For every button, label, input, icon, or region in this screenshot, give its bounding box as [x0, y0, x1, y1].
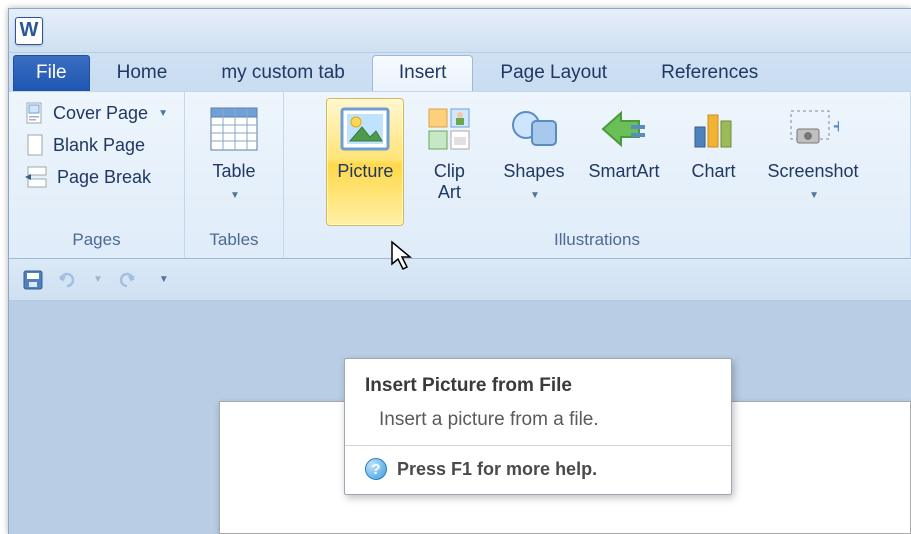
chart-icon: [690, 107, 736, 151]
tab-home[interactable]: Home: [90, 55, 195, 91]
tab-custom[interactable]: my custom tab: [194, 55, 372, 91]
group-pages: Cover Page ▼ Blank Page Page Break Pages: [9, 92, 185, 258]
blank-page-icon: [25, 134, 45, 156]
page-break-button[interactable]: Page Break: [19, 162, 174, 192]
cover-page-icon: [25, 102, 45, 124]
shapes-icon: [510, 107, 558, 151]
ribbon-insert: Cover Page ▼ Blank Page Page Break Pages: [9, 91, 911, 259]
group-tables-label: Tables: [209, 226, 258, 256]
chart-button[interactable]: Chart: [674, 98, 752, 226]
page-break-label: Page Break: [57, 167, 151, 188]
table-label: Table: [212, 161, 255, 181]
svg-text:+: +: [833, 116, 839, 138]
table-icon: [210, 107, 258, 151]
ribbon-tab-strip: File Home my custom tab Insert Page Layo…: [9, 53, 911, 91]
picture-button[interactable]: Picture: [326, 98, 404, 226]
help-icon: ?: [365, 458, 387, 480]
undo-dropdown-icon[interactable]: ▼: [93, 274, 103, 285]
dropdown-arrow-icon: ▼: [530, 190, 540, 201]
table-button[interactable]: Table ▼: [195, 98, 273, 226]
smartart-icon: [599, 107, 649, 151]
chart-label: Chart: [691, 161, 735, 182]
screenshot-label: Screenshot: [767, 161, 858, 181]
blank-page-label: Blank Page: [53, 135, 145, 156]
quick-access-toolbar: ▼ ▼: [9, 259, 911, 301]
blank-page-button[interactable]: Blank Page: [19, 130, 174, 160]
shapes-button[interactable]: Shapes ▼: [494, 98, 573, 226]
group-pages-label: Pages: [72, 226, 120, 256]
dropdown-arrow-icon: ▼: [158, 108, 168, 119]
undo-button[interactable]: [57, 270, 77, 290]
tooltip-divider: [345, 445, 731, 446]
clip-art-label: Clip Art: [434, 161, 465, 202]
tooltip-help-text: Press F1 for more help.: [397, 459, 597, 480]
clip-art-icon: [427, 107, 471, 151]
tooltip-title: Insert Picture from File: [365, 375, 711, 397]
undo-icon: [57, 271, 77, 289]
tab-references[interactable]: References: [634, 55, 785, 91]
group-illustrations-label: Illustrations: [554, 226, 640, 256]
tooltip-insert-picture: Insert Picture from File Insert a pictur…: [344, 358, 732, 495]
picture-icon: [340, 107, 390, 151]
shapes-label: Shapes: [503, 161, 564, 181]
screenshot-icon: +: [787, 107, 839, 151]
title-bar: W: [9, 9, 911, 53]
redo-button[interactable]: [117, 270, 137, 290]
redo-icon: [117, 271, 137, 289]
dropdown-arrow-icon: ▼: [230, 190, 240, 201]
tooltip-body: Insert a picture from a file.: [365, 409, 711, 431]
page-break-icon: [25, 166, 49, 188]
smartart-button[interactable]: SmartArt: [579, 98, 668, 226]
tab-page-layout[interactable]: Page Layout: [473, 55, 634, 91]
tab-file[interactable]: File: [13, 55, 90, 91]
cover-page-label: Cover Page: [53, 103, 148, 124]
word-app-icon: W: [15, 17, 43, 45]
group-tables: Table ▼ Tables: [185, 92, 284, 258]
dropdown-arrow-icon: ▼: [809, 190, 819, 201]
tab-insert[interactable]: Insert: [372, 55, 474, 91]
save-icon: [23, 270, 43, 290]
clip-art-button[interactable]: Clip Art: [410, 98, 488, 226]
save-button[interactable]: [23, 270, 43, 290]
smartart-label: SmartArt: [588, 161, 659, 182]
tooltip-help-row: ? Press F1 for more help.: [365, 458, 711, 480]
screenshot-button[interactable]: + Screenshot ▼: [758, 98, 867, 226]
cover-page-button[interactable]: Cover Page ▼: [19, 98, 174, 128]
group-illustrations: Picture Clip Art: [284, 92, 911, 258]
picture-label: Picture: [337, 161, 393, 182]
qat-customize-icon[interactable]: ▼: [159, 274, 169, 285]
